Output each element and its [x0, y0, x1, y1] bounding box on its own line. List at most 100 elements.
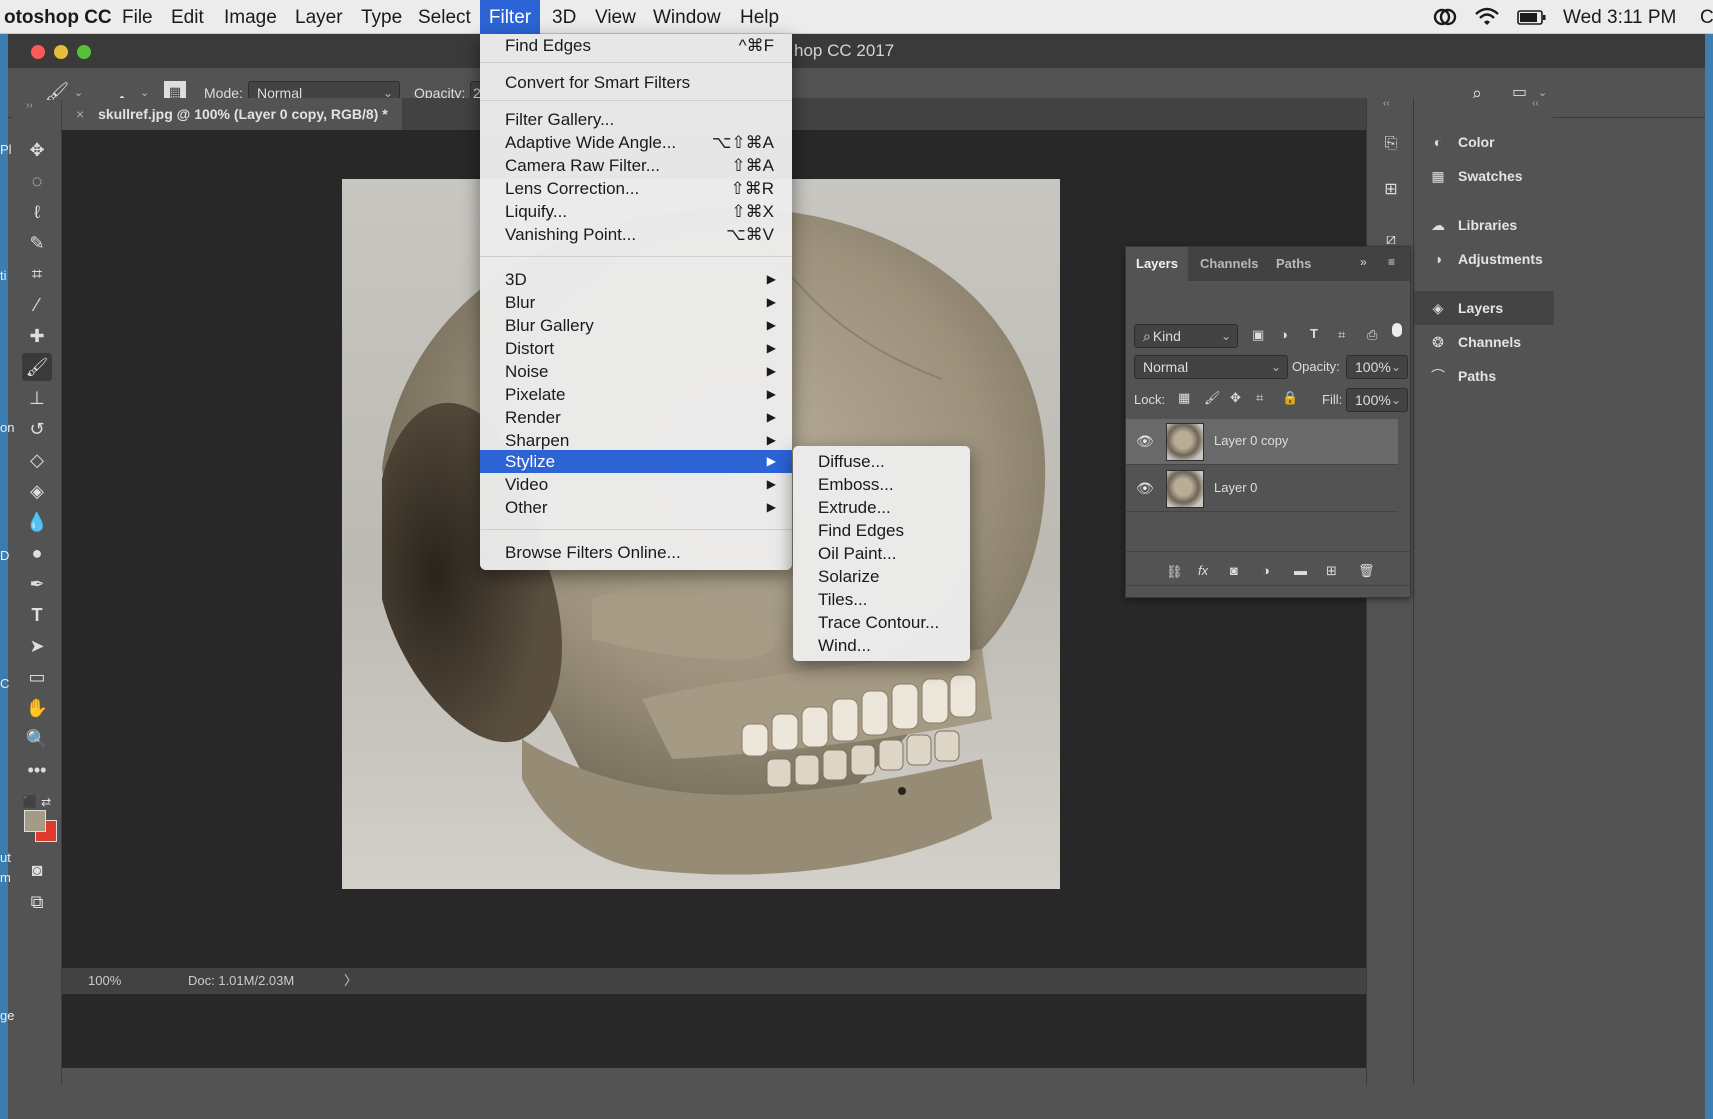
- menu-item-pixelate[interactable]: Pixelate ▶: [480, 383, 792, 406]
- paths-panel-button[interactable]: ⌒ Paths: [1414, 359, 1554, 393]
- blur-tool-icon[interactable]: 💧: [22, 508, 52, 536]
- fx-icon[interactable]: fx: [1198, 563, 1208, 578]
- minimize-window-button[interactable]: [54, 45, 68, 59]
- layer-opacity-field[interactable]: 100% ⌄: [1346, 355, 1408, 379]
- menu-item-last-filter[interactable]: Find Edges ^⌘F: [480, 34, 792, 57]
- collapse-dock-icon[interactable]: ‹‹: [1383, 98, 1390, 109]
- marquee-tool-icon[interactable]: ◌: [22, 167, 52, 195]
- close-window-button[interactable]: [31, 45, 45, 59]
- menu-item-blur[interactable]: Blur ▶: [480, 291, 792, 314]
- type-filter-icon[interactable]: T: [1310, 326, 1318, 341]
- zoom-window-button[interactable]: [77, 45, 91, 59]
- collapse-dock-icon[interactable]: ‹‹: [1532, 98, 1539, 109]
- color-panel-button[interactable]: ◐ Color: [1414, 125, 1554, 159]
- paint-bucket-tool-icon[interactable]: ◈: [22, 477, 52, 505]
- menu-item-emboss[interactable]: Emboss...: [793, 473, 970, 496]
- brush-tool-icon[interactable]: 🖌: [22, 353, 52, 381]
- menu-item-noise[interactable]: Noise ▶: [480, 360, 792, 383]
- menu-filter[interactable]: Filter: [480, 0, 540, 34]
- menu-item-other[interactable]: Other ▶: [480, 496, 792, 519]
- history-brush-tool-icon[interactable]: ↺: [22, 415, 52, 443]
- menu-item-vanishing-point[interactable]: Vanishing Point... ⌥⌘V: [480, 223, 792, 246]
- properties-panel-icon[interactable]: ⊞: [1377, 176, 1405, 204]
- layer-kind-filter-dropdown[interactable]: ⌕ Kind ⌄: [1134, 324, 1238, 348]
- swatches-panel-button[interactable]: ▦ Swatches: [1414, 159, 1554, 193]
- clone-stamp-tool-icon[interactable]: ⊥: [22, 384, 52, 412]
- type-tool-icon[interactable]: T: [22, 601, 52, 629]
- lock-image-icon[interactable]: 🖌: [1204, 390, 1221, 406]
- new-adjustment-layer-icon[interactable]: ◑: [1262, 563, 1270, 578]
- tab-layers[interactable]: Layers: [1126, 247, 1188, 281]
- shape-filter-icon[interactable]: ⌗: [1338, 327, 1345, 343]
- fill-field[interactable]: 100% ⌄: [1346, 388, 1408, 412]
- menu-item-tiles[interactable]: Tiles...: [793, 588, 970, 611]
- healing-brush-tool-icon[interactable]: ✚: [22, 322, 52, 350]
- foreground-color-swatch[interactable]: [24, 810, 46, 832]
- app-menu[interactable]: otoshop CC: [0, 0, 120, 34]
- channels-panel-button[interactable]: ❂ Channels: [1414, 325, 1554, 359]
- creative-cloud-icon[interactable]: [1433, 0, 1457, 34]
- menu-select[interactable]: Select: [410, 0, 479, 34]
- menu-item-video[interactable]: Video ▶: [480, 473, 792, 496]
- menu-image[interactable]: Image: [216, 0, 285, 34]
- menu-item-3d[interactable]: 3D ▶: [480, 268, 792, 291]
- menu-item-oil-paint[interactable]: Oil Paint...: [793, 542, 970, 565]
- lock-transparent-icon[interactable]: ▦: [1178, 390, 1190, 406]
- menu-item-distort[interactable]: Distort ▶: [480, 337, 792, 360]
- tab-paths[interactable]: Paths: [1266, 247, 1321, 281]
- crop-tool-icon[interactable]: ⌗: [22, 260, 52, 288]
- path-selection-tool-icon[interactable]: ➤: [22, 632, 52, 660]
- new-group-icon[interactable]: ▬: [1294, 563, 1307, 578]
- menu-item-lens-correction[interactable]: Lens Correction... ⇧⌘R: [480, 177, 792, 200]
- zoom-level[interactable]: 100%: [88, 968, 121, 994]
- menu-item-find-edges[interactable]: Find Edges: [793, 519, 970, 542]
- menu-window[interactable]: Window: [645, 0, 729, 34]
- hand-tool-icon[interactable]: ✋: [22, 694, 52, 722]
- battery-icon[interactable]: [1517, 0, 1547, 34]
- menu-item-solarize[interactable]: Solarize: [793, 565, 970, 588]
- menu-item-browse-filters-online[interactable]: Browse Filters Online...: [480, 541, 792, 564]
- lock-artboard-icon[interactable]: ⌗: [1256, 390, 1263, 406]
- adjustments-panel-button[interactable]: ◑ Adjustments: [1414, 242, 1554, 276]
- dodge-tool-icon[interactable]: ●: [22, 539, 52, 567]
- pen-tool-icon[interactable]: ✒: [22, 570, 52, 598]
- menu-item-wind[interactable]: Wind...: [793, 634, 970, 657]
- more-tools-icon[interactable]: •••: [22, 756, 52, 784]
- menu-item-sharpen[interactable]: Sharpen ▶: [480, 429, 792, 452]
- menu-item-diffuse[interactable]: Diffuse...: [793, 450, 970, 473]
- smart-object-filter-icon[interactable]: ⎙: [1367, 327, 1377, 343]
- layer-name[interactable]: Layer 0: [1214, 480, 1257, 495]
- eye-icon[interactable]: 👁: [1136, 480, 1154, 497]
- layer-row[interactable]: 👁 Layer 0 copy: [1126, 419, 1398, 465]
- filter-toggle-icon[interactable]: [1392, 323, 1402, 337]
- libraries-panel-button[interactable]: ☁ Libraries: [1414, 208, 1554, 242]
- delete-layer-icon[interactable]: 🗑: [1358, 563, 1375, 579]
- lock-all-icon[interactable]: 🔒: [1282, 390, 1298, 406]
- menu-layer[interactable]: Layer: [287, 0, 351, 34]
- eye-icon[interactable]: 👁: [1136, 433, 1154, 450]
- collapse-panel-icon[interactable]: »: [1360, 255, 1367, 269]
- menu-item-filter-gallery[interactable]: Filter Gallery...: [480, 108, 792, 131]
- history-panel-icon[interactable]: ⎘: [1377, 130, 1405, 158]
- menu-3d[interactable]: 3D: [544, 0, 584, 34]
- menu-view[interactable]: View: [587, 0, 644, 34]
- add-mask-icon[interactable]: ◙: [1230, 563, 1238, 578]
- new-layer-icon[interactable]: ⊞: [1326, 563, 1337, 579]
- close-tab-icon[interactable]: ×: [76, 106, 84, 122]
- menu-item-camera-raw-filter[interactable]: Camera Raw Filter... ⇧⌘A: [480, 154, 792, 177]
- zoom-tool-icon[interactable]: 🔍: [22, 725, 52, 753]
- menu-file[interactable]: File: [114, 0, 161, 34]
- eraser-tool-icon[interactable]: ◇: [22, 446, 52, 474]
- pixel-filter-icon[interactable]: ▣: [1252, 327, 1264, 343]
- wifi-icon[interactable]: [1474, 0, 1500, 34]
- menu-item-extrude[interactable]: Extrude...: [793, 496, 970, 519]
- screen-mode-icon[interactable]: ⧉: [22, 888, 52, 916]
- menu-edit[interactable]: Edit: [163, 0, 212, 34]
- eyedropper-tool-icon[interactable]: ⁄: [22, 291, 52, 319]
- menu-item-liquify[interactable]: Liquify... ⇧⌘X: [480, 200, 792, 223]
- link-layers-icon[interactable]: ⛓: [1166, 564, 1183, 580]
- menu-item-blur-gallery[interactable]: Blur Gallery ▶: [480, 314, 792, 337]
- lasso-tool-icon[interactable]: ℓ: [22, 198, 52, 226]
- quick-selection-tool-icon[interactable]: ✎: [22, 229, 52, 257]
- panel-menu-icon[interactable]: ≡: [1388, 255, 1395, 269]
